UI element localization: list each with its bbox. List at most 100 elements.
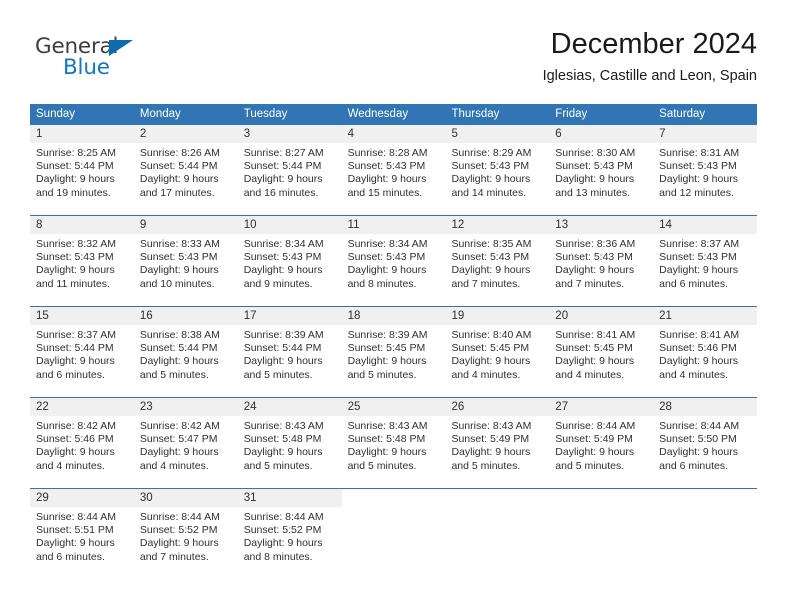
daylight-duration-line2: and 13 minutes. [555, 186, 631, 199]
sunset-time: Sunset: 5:52 PM [139, 524, 218, 537]
sunset-time: Sunset: 5:43 PM [243, 251, 322, 264]
day-cell-23[interactable]: 23 Sunrise: 8:42 AM Sunset: 5:47 PM Dayligh… [133, 398, 238, 477]
day-number: 17 [237, 307, 342, 325]
day-number: 21 [653, 307, 758, 325]
day-number: 3 [237, 125, 342, 143]
day-cell-17[interactable]: 17 Sunrise: 8:39 AM Sunset: 5:44 PM Dayligh… [237, 307, 342, 386]
day-cell-25[interactable]: 25 Sunrise: 8:43 AM Sunset: 5:48 PM Dayligh… [341, 398, 446, 477]
day-details: Sunrise: 8:39 AM Sunset: 5:44 PM Daylight:… [238, 325, 342, 382]
day-cell-10[interactable]: 10 Sunrise: 8:34 AM Sunset: 5:43 PM Dayligh… [237, 216, 342, 295]
daylight-duration-line1: Daylight: 9 hours [451, 355, 531, 368]
daylight-duration-line1: Daylight: 9 hours [139, 537, 219, 550]
daylight-duration-line1: Daylight: 9 hours [347, 264, 427, 277]
day-number: 12 [445, 216, 550, 234]
sunset-time: Sunset: 5:50 PM [659, 433, 737, 446]
day-details: Sunrise: 8:43 AM Sunset: 5:48 PM Daylight:… [342, 416, 446, 473]
sunset-time: Sunset: 5:48 PM [243, 433, 322, 446]
sunrise-time: Sunrise: 8:29 AM [451, 147, 532, 159]
day-cell-6[interactable]: 6 Sunrise: 8:30 AM Sunset: 5:43 PM Daylight… [549, 125, 654, 204]
day-number: 24 [237, 398, 342, 416]
calendar-week-row: 15 Sunrise: 8:37 AM Sunset: 5:44 PM Dayligh… [30, 306, 758, 386]
sunrise-time: Sunrise: 8:42 AM [139, 420, 220, 432]
day-cell-14[interactable]: 14 Sunrise: 8:37 AM Sunset: 5:43 PM Dayligh… [653, 216, 758, 295]
day-cell-3[interactable]: 3 Sunrise: 8:27 AM Sunset: 5:44 PM Daylight… [237, 125, 342, 204]
daylight-duration-line2: and 5 minutes. [451, 459, 521, 472]
sunset-time: Sunset: 5:45 PM [347, 342, 426, 355]
day-cell-26[interactable]: 26 Sunrise: 8:43 AM Sunset: 5:49 PM Dayligh… [445, 398, 550, 477]
sunset-time: Sunset: 5:45 PM [555, 342, 633, 355]
day-cell-11[interactable]: 11 Sunrise: 8:34 AM Sunset: 5:43 PM Dayligh… [341, 216, 446, 295]
sunrise-time: Sunrise: 8:43 AM [451, 420, 532, 432]
daylight-duration-line2: and 12 minutes. [659, 186, 734, 199]
sunrise-time: Sunrise: 8:44 AM [555, 420, 636, 432]
daylight-duration-line1: Daylight: 9 hours [347, 355, 427, 368]
day-cell-19[interactable]: 19 Sunrise: 8:40 AM Sunset: 5:45 PM Dayligh… [445, 307, 550, 386]
day-cell-13[interactable]: 13 Sunrise: 8:36 AM Sunset: 5:43 PM Dayligh… [549, 216, 654, 295]
day-details: Sunrise: 8:33 AM Sunset: 5:43 PM Daylight:… [134, 234, 238, 291]
day-number: 18 [341, 307, 446, 325]
sunrise-time: Sunrise: 8:25 AM [36, 147, 116, 159]
day-cell-9[interactable]: 9 Sunrise: 8:33 AM Sunset: 5:43 PM Daylight… [133, 216, 238, 295]
daylight-duration-line1: Daylight: 9 hours [555, 264, 635, 277]
day-number: 20 [549, 307, 654, 325]
daylight-duration-line2: and 10 minutes. [139, 277, 215, 290]
day-cell-27[interactable]: 27 Sunrise: 8:44 AM Sunset: 5:49 PM Dayligh… [549, 398, 654, 477]
daylight-duration-line1: Daylight: 9 hours [451, 173, 531, 186]
day-cell-28[interactable]: 28 Sunrise: 8:44 AM Sunset: 5:50 PM Dayligh… [653, 398, 758, 477]
day-cell-empty [653, 489, 758, 568]
sunrise-time: Sunrise: 8:42 AM [36, 420, 116, 432]
sunrise-time: Sunrise: 8:33 AM [139, 238, 220, 250]
day-cell-21[interactable]: 21 Sunrise: 8:41 AM Sunset: 5:46 PM Dayligh… [653, 307, 758, 386]
day-cell-7[interactable]: 7 Sunrise: 8:31 AM Sunset: 5:43 PM Daylight… [653, 125, 758, 204]
day-cell-22[interactable]: 22 Sunrise: 8:42 AM Sunset: 5:46 PM Dayligh… [30, 398, 134, 477]
sunset-time: Sunset: 5:49 PM [451, 433, 530, 446]
sunset-time: Sunset: 5:44 PM [243, 160, 322, 173]
day-details: Sunrise: 8:43 AM Sunset: 5:49 PM Daylight:… [445, 416, 549, 473]
sunset-time: Sunset: 5:43 PM [555, 251, 633, 264]
sunset-time: Sunset: 5:43 PM [659, 251, 737, 264]
day-cell-29[interactable]: 29 Sunrise: 8:44 AM Sunset: 5:51 PM Dayligh… [30, 489, 134, 568]
day-number: 16 [133, 307, 238, 325]
calendar-week-row: 8 Sunrise: 8:32 AM Sunset: 5:43 PM Daylight… [30, 215, 758, 295]
daylight-duration-line1: Daylight: 9 hours [243, 446, 323, 459]
day-cell-31[interactable]: 31 Sunrise: 8:44 AM Sunset: 5:52 PM Dayligh… [237, 489, 342, 568]
day-cell-empty [445, 489, 550, 568]
day-cell-8[interactable]: 8 Sunrise: 8:32 AM Sunset: 5:43 PM Daylight… [30, 216, 134, 295]
calendar-week-row: 29 Sunrise: 8:44 AM Sunset: 5:51 PM Dayligh… [30, 488, 758, 568]
day-cell-20[interactable]: 20 Sunrise: 8:41 AM Sunset: 5:45 PM Dayligh… [549, 307, 654, 386]
day-details: Sunrise: 8:39 AM Sunset: 5:45 PM Daylight:… [342, 325, 446, 382]
calendar-weeks: 1 Sunrise: 8:25 AM Sunset: 5:44 PM Daylight… [30, 125, 758, 568]
weekday-header-friday: Friday [555, 108, 588, 120]
weekday-header-saturday: Saturday [659, 108, 706, 120]
daylight-duration-line1: Daylight: 9 hours [36, 537, 115, 550]
day-cell-5[interactable]: 5 Sunrise: 8:29 AM Sunset: 5:43 PM Daylight… [445, 125, 550, 204]
logo-triangle-icon [109, 40, 133, 56]
day-number: 7 [653, 125, 758, 143]
day-number: 13 [549, 216, 654, 234]
day-details: Sunrise: 8:42 AM Sunset: 5:47 PM Daylight:… [134, 416, 238, 473]
calendar-week-row: 22 Sunrise: 8:42 AM Sunset: 5:46 PM Dayligh… [30, 397, 758, 477]
day-cell-15[interactable]: 15 Sunrise: 8:37 AM Sunset: 5:44 PM Dayligh… [30, 307, 134, 386]
sunrise-time: Sunrise: 8:26 AM [139, 147, 220, 159]
day-cell-2[interactable]: 2 Sunrise: 8:26 AM Sunset: 5:44 PM Daylight… [133, 125, 238, 204]
daylight-duration-line1: Daylight: 9 hours [139, 446, 219, 459]
day-cell-24[interactable]: 24 Sunrise: 8:43 AM Sunset: 5:48 PM Dayligh… [237, 398, 342, 477]
daylight-duration-line1: Daylight: 9 hours [139, 355, 219, 368]
day-cell-18[interactable]: 18 Sunrise: 8:39 AM Sunset: 5:45 PM Dayligh… [341, 307, 446, 386]
sunrise-time: Sunrise: 8:39 AM [347, 329, 428, 341]
day-cell-30[interactable]: 30 Sunrise: 8:44 AM Sunset: 5:52 PM Dayligh… [133, 489, 238, 568]
sunrise-time: Sunrise: 8:32 AM [36, 238, 116, 250]
day-cell-16[interactable]: 16 Sunrise: 8:38 AM Sunset: 5:44 PM Dayligh… [133, 307, 238, 386]
sunrise-time: Sunrise: 8:34 AM [347, 238, 428, 250]
sunrise-time: Sunrise: 8:35 AM [451, 238, 532, 250]
day-cell-1[interactable]: 1 Sunrise: 8:25 AM Sunset: 5:44 PM Daylight… [30, 125, 134, 204]
daylight-duration-line2: and 19 minutes. [36, 186, 111, 199]
day-cell-12[interactable]: 12 Sunrise: 8:35 AM Sunset: 5:43 PM Dayligh… [445, 216, 550, 295]
day-number: 2 [133, 125, 238, 143]
weekday-header-thursday: Thursday [451, 108, 500, 120]
sunset-time: Sunset: 5:51 PM [36, 524, 114, 537]
daylight-duration-line1: Daylight: 9 hours [659, 355, 738, 368]
day-cell-4[interactable]: 4 Sunrise: 8:28 AM Sunset: 5:43 PM Daylight… [341, 125, 446, 204]
daylight-duration-line2: and 4 minutes. [139, 459, 209, 472]
day-number: 14 [653, 216, 758, 234]
